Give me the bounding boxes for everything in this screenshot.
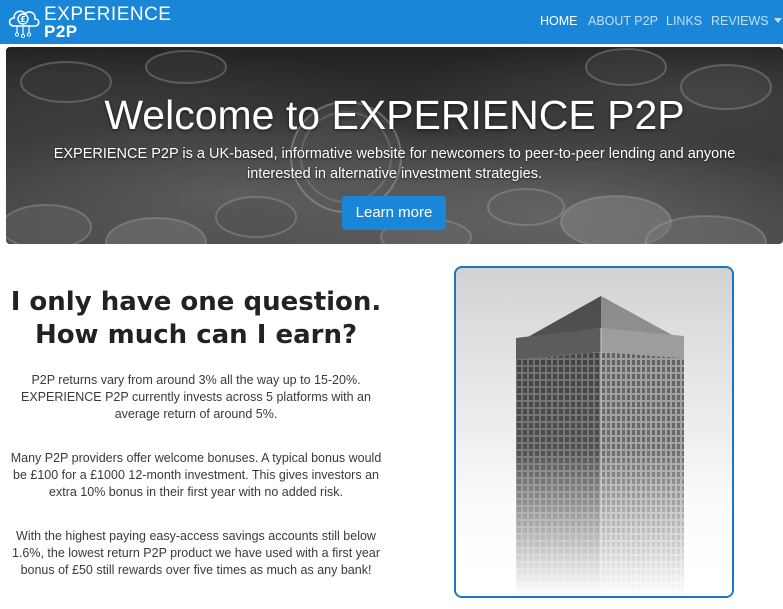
hero-banner: Welcome to EXPERIENCE P2P EXPERIENCE P2P… (6, 47, 783, 244)
hero-title: Welcome to EXPERIENCE P2P (104, 92, 685, 138)
nav-item-home[interactable]: HOME (540, 13, 578, 29)
savings-comparison-paragraph: With the highest paying easy-access savi… (11, 529, 381, 577)
brand-name-line2: P2P (44, 22, 78, 41)
earnings-heading-line2: How much can I earn? (34, 320, 358, 350)
earnings-heading: I only have one question. How much can I… (0, 286, 392, 352)
learn-more-button[interactable]: Learn more (342, 196, 446, 230)
chevron-down-icon (773, 18, 782, 23)
cloud-pound-icon: £ (8, 10, 40, 38)
hero-subtitle: EXPERIENCE P2P is a UK-based, informativ… (53, 146, 736, 182)
brand-logo[interactable]: £ EXPERIENCE P2P (6, 3, 171, 41)
svg-text:£: £ (20, 15, 26, 24)
nav-item-reviews-dropdown[interactable]: REVIEWS (711, 13, 782, 29)
nav-item-links[interactable]: LINKS (666, 13, 702, 29)
skyscraper-illustration (456, 268, 732, 596)
skyscraper-image (454, 266, 734, 598)
top-navbar: £ EXPERIENCE P2P HOME ABOUT P2P LINKS RE… (0, 0, 783, 44)
returns-paragraph: P2P returns vary from around 3% all the … (21, 373, 371, 421)
bonuses-paragraph: Many P2P providers offer welcome bonuses… (10, 451, 382, 499)
earnings-heading-line1: I only have one question. (10, 287, 382, 317)
nav-item-reviews-label: REVIEWS (711, 14, 769, 28)
nav-item-about-p2p[interactable]: ABOUT P2P (588, 13, 658, 29)
